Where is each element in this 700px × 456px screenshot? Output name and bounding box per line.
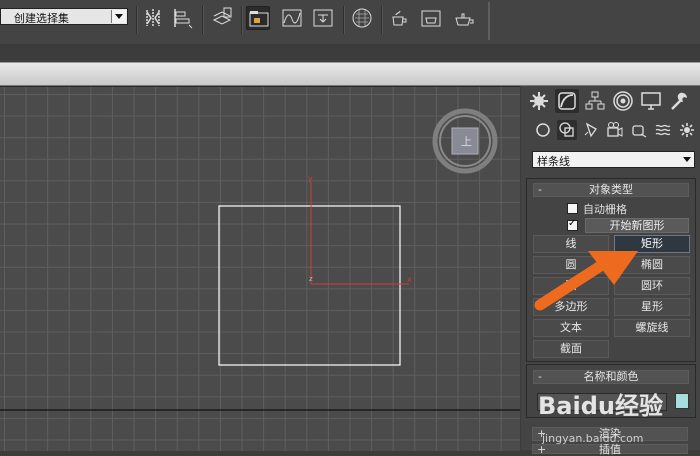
geometry-icon[interactable] [533,120,553,140]
object-type-header[interactable]: - 对象类型 [533,183,689,197]
curve-editor-icon[interactable] [280,6,304,30]
toolbar-separator [241,6,243,34]
toolbar-separator [202,6,204,34]
toolbar-separator [136,6,138,34]
layer-manager-icon[interactable] [210,6,234,30]
ribbon-strip [0,62,700,86]
helpers-icon[interactable] [629,120,649,140]
render-setup-icon[interactable] [387,6,411,30]
render-icon[interactable] [452,6,476,30]
lights-icon[interactable] [581,120,601,140]
section-button[interactable]: 截面 [533,340,609,358]
shapes-icon[interactable] [557,120,577,140]
helix-button[interactable]: 螺旋线 [614,319,690,337]
toolbar-separator [343,6,345,34]
shape-type-value: 样条线 [537,155,570,168]
schematic-view-icon[interactable] [311,6,335,30]
watermark-url: jingyan.baidu.com [542,432,644,445]
axis-z-label: z [309,275,313,283]
chevron-down-icon[interactable] [111,10,126,23]
name-color-title: 名称和颜色 [583,370,639,383]
start-new-shape-checkbox[interactable] [567,218,578,231]
watermark-logo-text: Baidu经验 [538,392,663,420]
viewport-top[interactable]: y x z 上 [0,86,520,451]
interpolation-rollout-header[interactable]: + 插值 [532,443,688,456]
toolbar-edge [488,2,490,40]
auto-grid-label: 自动栅格 [583,203,627,216]
systems-icon[interactable] [677,120,697,140]
toolbar-bottom-edge [0,44,700,48]
command-panel-tabs [525,89,697,115]
text-button[interactable]: 文本 [533,319,609,337]
axis-x-label: x [407,275,412,284]
axis-y-label: y [308,174,313,183]
utilities-tab-icon[interactable] [667,89,691,113]
mirror-icon[interactable] [141,6,165,30]
annotation-arrow-icon [534,251,638,311]
create-categories [525,120,697,140]
selection-set-value: 创建选择集 [14,12,69,25]
name-color-header[interactable]: - 名称和颜色 [533,370,689,384]
shape-type-dropdown[interactable]: 样条线 [532,151,695,168]
rendered-frame-icon[interactable] [419,6,443,30]
object-type-title: 对象类型 [589,183,633,196]
scene-explorer-icon[interactable] [246,6,270,30]
main-toolbar: 创建选择集 [0,0,700,44]
viewcube-face-label: 上 [461,135,472,148]
toolbar-separator [381,6,383,34]
collapse-icon: - [538,183,542,196]
viewport-canvas: y x z 上 [0,108,520,411]
align-icon[interactable] [170,6,194,30]
display-tab-icon[interactable] [639,89,663,113]
hierarchy-tab-icon[interactable] [583,89,607,113]
object-color-swatch[interactable] [675,393,689,409]
viewcube[interactable]: 上 [432,108,498,174]
auto-grid-checkbox[interactable] [567,203,578,214]
rectangle-shape[interactable] [218,205,401,366]
space-warps-icon[interactable] [653,120,673,140]
create-tab-icon[interactable] [527,89,551,113]
baidu-jingyan-logo: Baidu经验 [538,392,663,420]
collapse-icon: - [538,370,542,383]
start-new-shape-button[interactable]: 开始新图形 [585,218,689,233]
expand-icon: + [537,443,547,456]
selection-set-dropdown[interactable]: 创建选择集 [0,8,128,25]
motion-tab-icon[interactable] [611,89,635,113]
cameras-icon[interactable] [605,120,625,140]
material-editor-icon[interactable] [350,6,374,30]
chevron-down-icon[interactable] [680,153,693,166]
modify-tab-icon[interactable] [555,89,579,113]
